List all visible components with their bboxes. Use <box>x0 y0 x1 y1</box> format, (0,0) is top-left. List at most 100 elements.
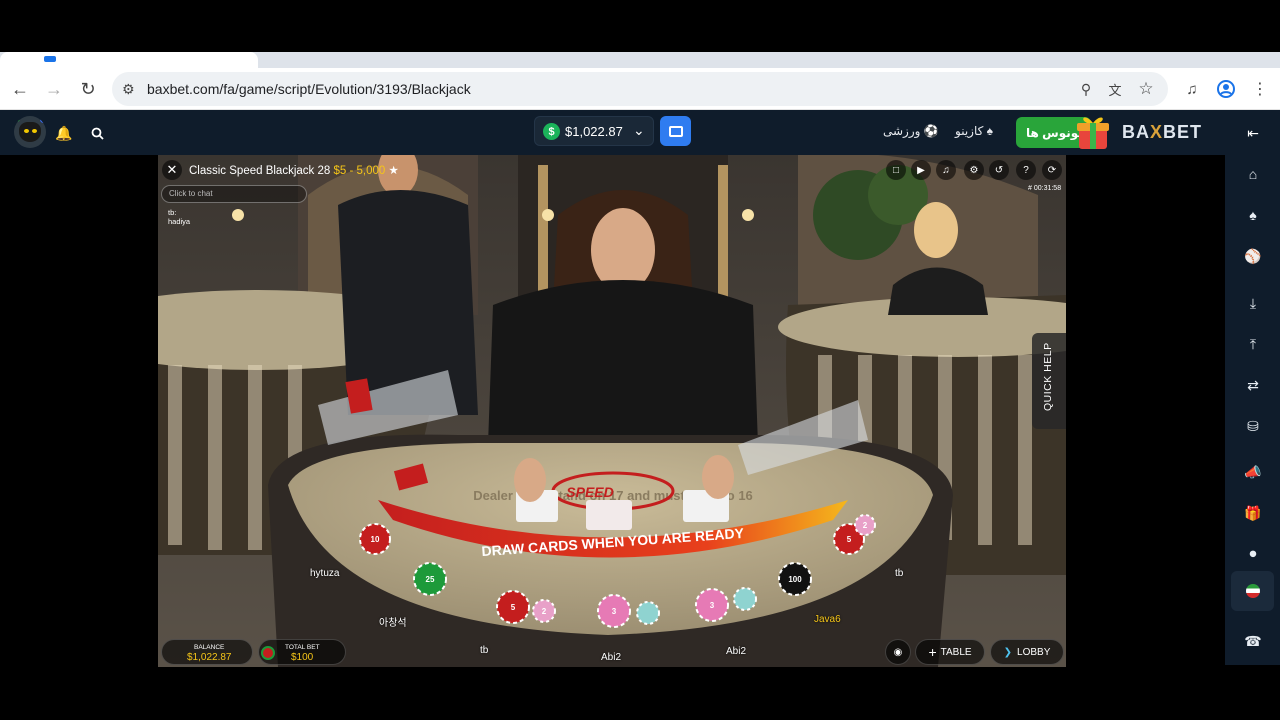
online-dot <box>14 116 20 122</box>
player-name: 아창석 <box>379 618 407 629</box>
site-info-icon[interactable]: ⚙ <box>122 81 135 98</box>
avatar-eye <box>32 129 37 133</box>
table-speed-text: SPEED <box>566 484 613 500</box>
address-bar[interactable]: ⚙ baxbet.com/fa/game/script/Evolution/31… <box>112 72 1168 106</box>
bookmark-star-icon[interactable]: ☆ <box>1134 77 1158 101</box>
wallet-button[interactable] <box>660 116 691 146</box>
transfer-icon[interactable]: ⇄ <box>1242 374 1264 396</box>
collapse-sidebar-icon[interactable]: ⇤ <box>1240 120 1266 146</box>
player-name: hytuza <box>310 568 340 579</box>
notification-dot <box>40 116 46 123</box>
total-bet-value: $100 <box>291 652 314 663</box>
translate-icon[interactable]: 文 <box>1103 77 1127 101</box>
sports-ball-icon[interactable]: ⚾ <box>1242 245 1264 267</box>
history-icon[interactable]: ↺ <box>989 160 1009 180</box>
player-name: tb <box>480 645 489 656</box>
chip-value: 100 <box>788 575 802 584</box>
player-name: tb <box>895 568 904 579</box>
media-control-icon[interactable]: ♫ <box>1180 77 1204 101</box>
fullscreen-icon[interactable]: ⟳ <box>1042 160 1062 180</box>
password-key-icon[interactable]: ⚲ <box>1074 77 1098 101</box>
chat-toggle-icon[interactable]: □ <box>886 160 906 180</box>
plus-icon: + <box>928 644 937 660</box>
forward-icon[interactable]: → <box>42 77 66 101</box>
support-headset-icon[interactable]: ☎ <box>1242 630 1264 652</box>
header-balance: $1,022.87 <box>565 124 623 139</box>
nav-casino-label: کازینو <box>955 124 984 138</box>
total-bet-label: TOTAL BET <box>285 644 320 651</box>
game-title-text: Classic Speed Blackjack 28 <box>189 165 331 177</box>
chip-value: 3 <box>612 607 617 616</box>
home-icon[interactable]: ⌂ <box>1242 163 1264 185</box>
brand-post: BET <box>1163 122 1203 142</box>
player-name: Abi2 <box>726 646 747 657</box>
quick-help-label: QUICK HELP <box>1042 342 1054 411</box>
game-title: Classic Speed Blackjack 28 $5 - 5,000 ★ <box>189 163 399 177</box>
balance-label: BALANCE <box>194 644 225 651</box>
game-top-bar: ✕ Classic Speed Blackjack 28 $5 - 5,000 … <box>158 155 1066 185</box>
nav-sports[interactable]: ورزشی ⚽ <box>883 124 939 138</box>
chat-message: tb: hadiya <box>168 208 190 226</box>
lobby-button[interactable]: ❯ LOBBY <box>990 639 1064 665</box>
gift-nav-icon[interactable]: 🎁 <box>1242 502 1264 524</box>
avatar[interactable] <box>14 116 46 148</box>
basketball-icon: ⚽ <box>923 124 939 138</box>
chip-value: 10 <box>371 535 380 544</box>
site-header: 🔔 $ $1,022.87 ⌄ ورزشی ⚽ کازینو ♠ بونوس ه… <box>0 110 1280 155</box>
download-icon[interactable]: ⤓ <box>1242 292 1264 314</box>
spade-icon: ♠ <box>986 124 994 138</box>
browser-toolbar: ← → ↻ ⚙ baxbet.com/fa/game/script/Evolut… <box>0 68 1280 110</box>
game-frame[interactable]: Dealer must stand on 17 and must draw to… <box>158 155 1066 667</box>
balance-value: $1,022.87 <box>187 652 232 663</box>
gift-icon <box>1077 117 1109 149</box>
game-total-bet: TOTAL BET $100 <box>258 639 346 665</box>
table-button[interactable]: + TABLE <box>915 639 985 665</box>
search-icon[interactable] <box>84 120 110 146</box>
close-game-button[interactable]: ✕ <box>162 160 182 180</box>
money-bag-icon[interactable]: ⚫ <box>1242 543 1264 565</box>
brand-logo[interactable]: BAXBET <box>1122 122 1202 143</box>
chip-value: 2 <box>542 607 547 616</box>
pin-icon[interactable]: ★ <box>388 165 398 177</box>
game-round-id: # 00:31:58 <box>1028 185 1062 192</box>
bell-icon[interactable]: 🔔 <box>51 120 77 146</box>
game-balance: BALANCE $1,022.87 <box>161 639 253 665</box>
quick-help-tab[interactable]: QUICK HELP <box>1032 333 1066 429</box>
chat-text: hadiya <box>168 217 191 226</box>
browser-tab[interactable] <box>0 52 258 68</box>
url-text[interactable]: baxbet.com/fa/game/script/Evolution/3193… <box>147 81 471 97</box>
chip-value: 5 <box>511 603 516 612</box>
language-flag[interactable] <box>1231 571 1274 611</box>
chat-input[interactable]: Click to chat <box>161 185 307 203</box>
chip-value: 3 <box>710 601 715 610</box>
back-icon[interactable]: ← <box>8 77 32 101</box>
help-icon[interactable]: ? <box>1016 160 1036 180</box>
side-nav: ⌂ ♠ ⚾ ⤓ ⤒ ⇄ ⛁ 📣 🎁 ⚫ ☎ <box>1225 155 1280 665</box>
lobby-button-label: LOBBY <box>1017 646 1051 658</box>
sound-icon[interactable]: ♫ <box>936 160 956 180</box>
browser-menu-icon[interactable]: ⋮ <box>1248 77 1272 101</box>
chip-value: 2 <box>863 521 868 530</box>
cat-avatar-icon <box>19 122 41 142</box>
eye-icon[interactable]: ◉ <box>885 639 911 665</box>
chevron-down-icon: ⌄ <box>633 122 645 138</box>
tab-favicon-icon <box>44 56 56 62</box>
nav-sports-label: ورزشی <box>883 124 921 138</box>
bet-limits: $5 - 5,000 <box>333 165 386 177</box>
profile-icon[interactable] <box>1214 77 1238 101</box>
player-name: Java6 <box>814 614 841 625</box>
coins-icon[interactable]: ⛁ <box>1242 415 1264 437</box>
nav-casino[interactable]: کازینو ♠ <box>955 124 993 138</box>
balance-dropdown[interactable]: $ $1,022.87 ⌄ <box>534 116 654 146</box>
upload-icon[interactable]: ⤒ <box>1242 333 1264 355</box>
settings-gear-icon[interactable]: ⚙ <box>964 160 984 180</box>
chip-value: 5 <box>847 535 852 544</box>
table-button-label: TABLE <box>940 646 972 658</box>
spade-icon[interactable]: ♠ <box>1242 204 1264 226</box>
video-icon[interactable]: ▶ <box>911 160 931 180</box>
dollar-icon: $ <box>543 123 560 140</box>
reload-icon[interactable]: ↻ <box>76 77 100 101</box>
megaphone-icon[interactable]: 📣 <box>1242 461 1264 483</box>
lobby-chevron-icon: ❯ <box>1003 646 1013 658</box>
brand-pre: BA <box>1122 122 1150 142</box>
